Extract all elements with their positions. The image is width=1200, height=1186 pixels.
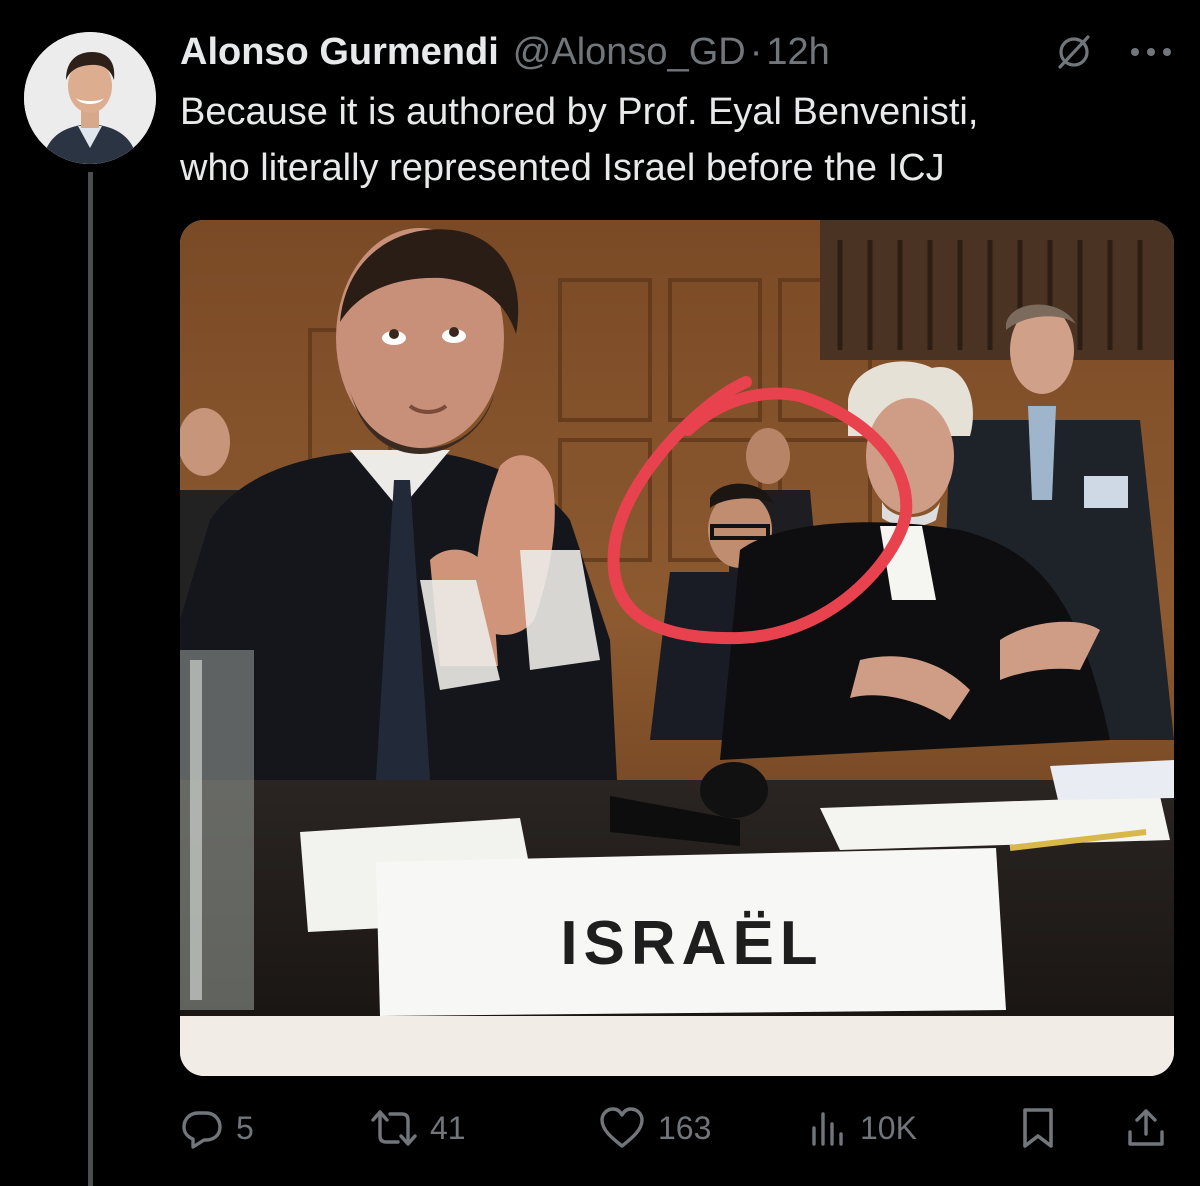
author-handle[interactable]: @Alonso_GD (513, 31, 746, 74)
bookmark-button[interactable] (1018, 1098, 1058, 1158)
repost-button[interactable]: 41 (370, 1098, 466, 1158)
reply-icon (180, 1106, 224, 1150)
avatar-image (24, 32, 156, 164)
like-count: 163 (658, 1109, 712, 1146)
repost-icon (370, 1106, 418, 1150)
tweet-text: Because it is authored by Prof. Eyal Ben… (180, 91, 979, 189)
views-button[interactable]: 10K (808, 1098, 917, 1158)
grok-icon[interactable] (1052, 30, 1096, 74)
views-icon (808, 1106, 848, 1150)
like-icon (598, 1106, 646, 1150)
share-icon (1124, 1106, 1168, 1150)
bookmark-icon (1018, 1106, 1058, 1150)
more-icon[interactable] (1126, 30, 1176, 74)
author-name[interactable]: Alonso Gurmendi (180, 31, 499, 74)
thread-line (88, 172, 93, 1186)
repost-count: 41 (430, 1109, 466, 1146)
timestamp[interactable]: 12h (766, 31, 829, 74)
reply-count: 5 (236, 1109, 254, 1146)
placard-text: ISRAËL (560, 909, 823, 978)
separator-dot: · (749, 30, 763, 73)
courtroom-photo: ISRAËL (180, 220, 1174, 1076)
views-count: 10K (860, 1109, 917, 1146)
share-button[interactable] (1124, 1098, 1168, 1158)
tweet-media-photo[interactable]: ISRAËL (180, 220, 1174, 1076)
tweet-header: Alonso Gurmendi @Alonso_GD · 12h (180, 24, 1176, 80)
reply-button[interactable]: 5 (180, 1098, 254, 1158)
avatar[interactable] (24, 32, 156, 164)
action-bar: 5 41 163 10K (180, 1098, 1174, 1158)
like-button[interactable]: 163 (598, 1098, 711, 1158)
